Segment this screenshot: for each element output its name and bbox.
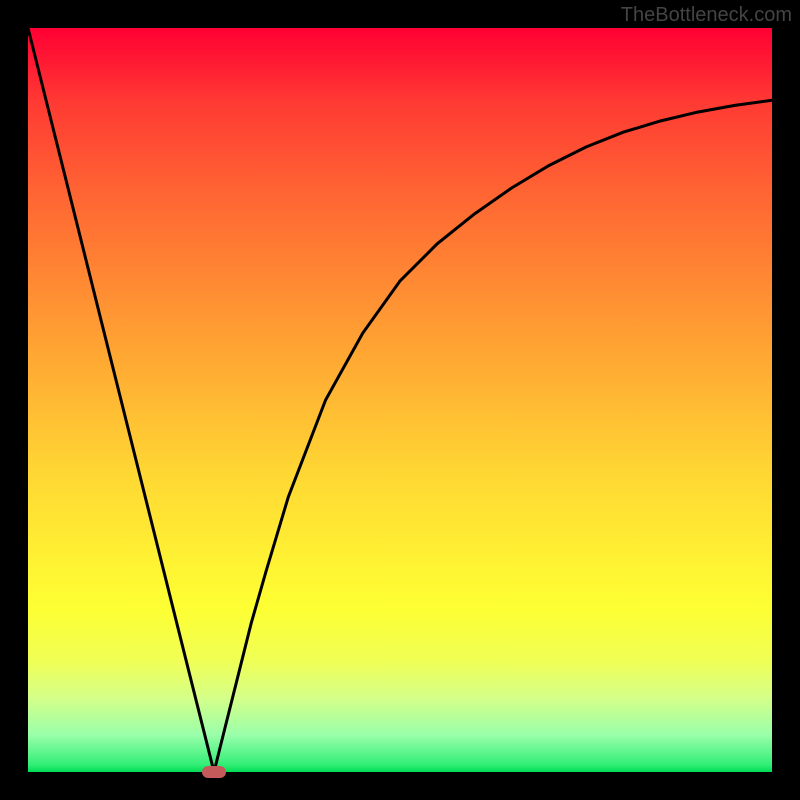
bottleneck-curve	[28, 28, 772, 772]
watermark-text: TheBottleneck.com	[621, 4, 792, 27]
chart-plot-area	[28, 28, 772, 772]
optimal-point-marker	[202, 766, 226, 778]
